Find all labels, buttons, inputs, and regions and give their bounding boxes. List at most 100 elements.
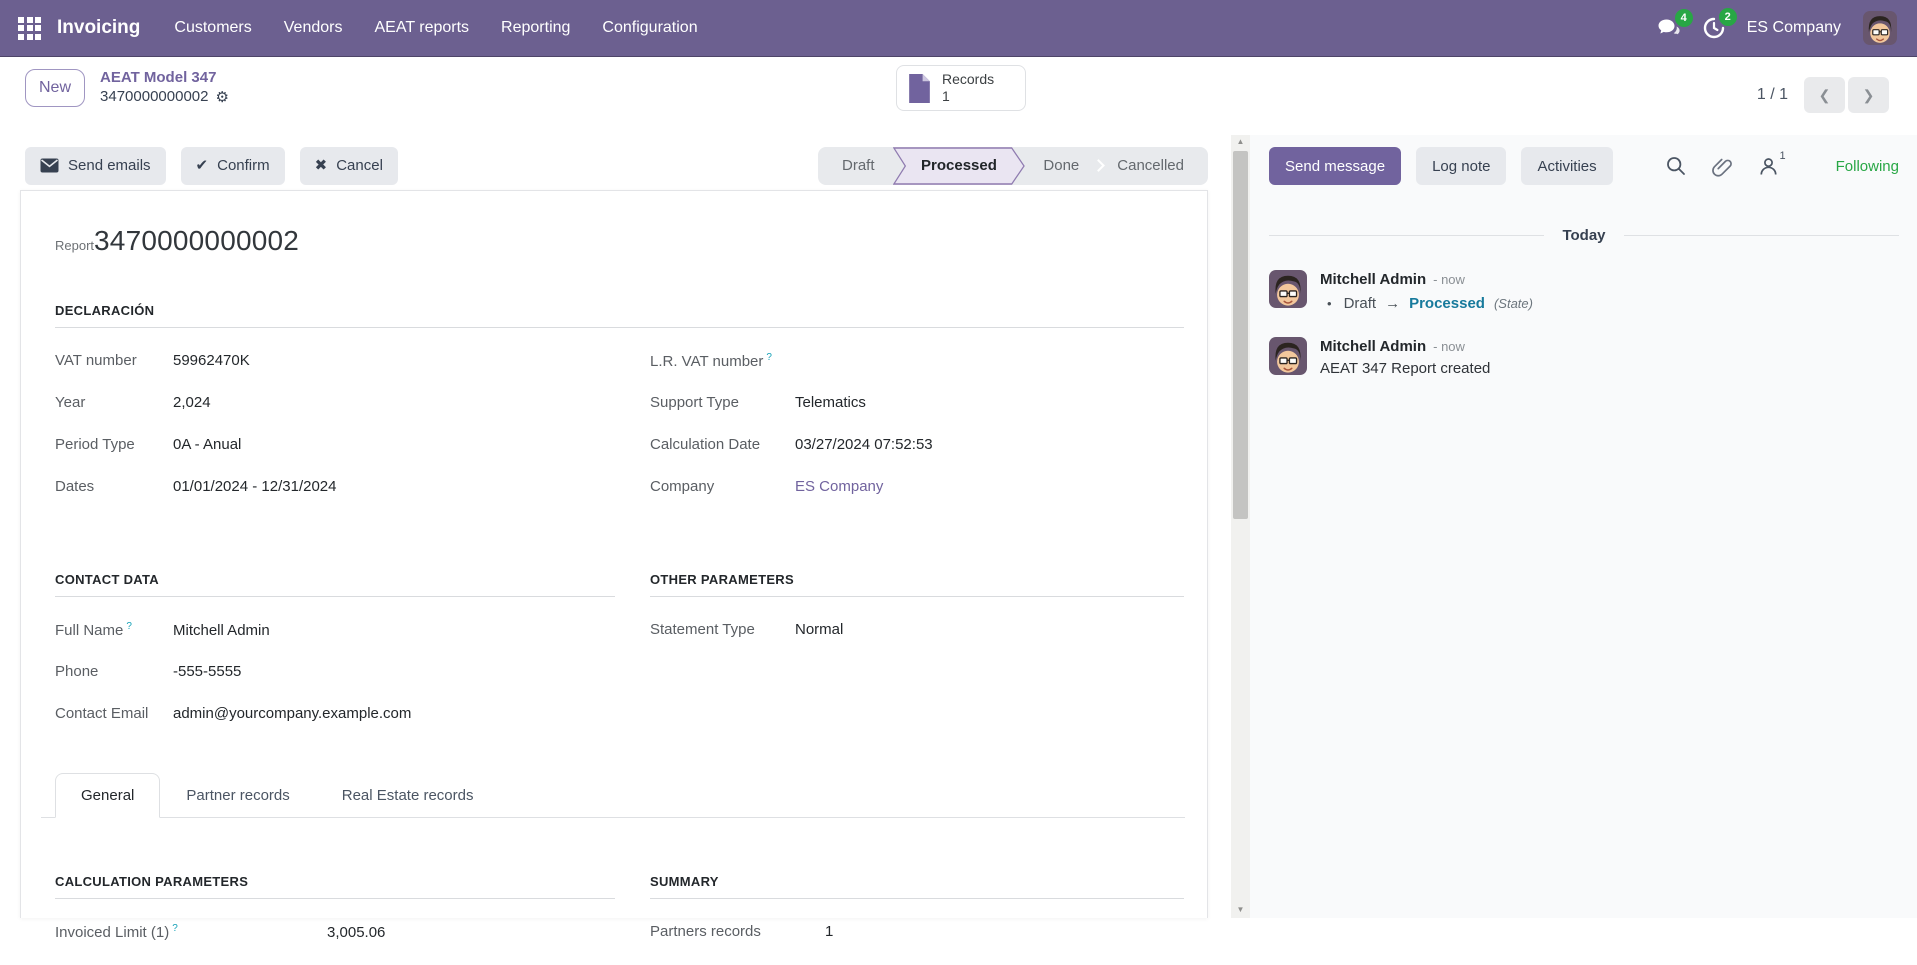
field-dates: Dates 01/01/2024 - 12/31/2024 — [55, 478, 615, 503]
notebook-tabs: General Partner records Real Estate reco… — [41, 773, 1185, 818]
field-year: Year 2,024 — [55, 394, 615, 419]
company-link[interactable]: ES Company — [795, 478, 883, 495]
confirm-button[interactable]: ✔ Confirm — [181, 147, 285, 185]
status-step-done[interactable]: Done — [1025, 147, 1097, 185]
scrollbar-down-arrow[interactable]: ▼ — [1231, 906, 1250, 914]
arrow-right-icon: → — [1385, 296, 1400, 311]
activities-button[interactable]: Activities — [1521, 147, 1612, 185]
field-statement-type: Statement Type Normal — [650, 621, 1184, 646]
field-calculation-date: Calculation Date 03/27/2024 07:52:53 — [650, 436, 1184, 461]
tracking-new-value: Processed — [1409, 295, 1485, 312]
field-phone: Phone -555-5555 — [55, 663, 615, 688]
message-note: Mitchell Admin - now AEAT 347 Report cre… — [1269, 337, 1899, 377]
user-avatar[interactable] — [1863, 11, 1897, 45]
followers-icon[interactable]: 1 — [1759, 157, 1778, 176]
nav-item-vendors[interactable]: Vendors — [284, 19, 343, 37]
scrollbar-up-arrow[interactable]: ▲ — [1231, 138, 1250, 146]
message-avatar[interactable] — [1269, 270, 1307, 308]
messages-menu[interactable]: 4 — [1657, 18, 1681, 38]
chatter-panel: Send message Log note Activities — [1250, 135, 1917, 918]
breadcrumb-bar: New AEAT Model 347 3470000000002 ⚙ Recor… — [0, 57, 1917, 135]
send-emails-button[interactable]: Send emails — [25, 147, 166, 185]
pager: 1 / 1 ❮ ❯ — [1757, 77, 1889, 113]
following-toggle[interactable]: Following — [1836, 158, 1899, 175]
search-messages-icon[interactable] — [1666, 156, 1686, 176]
send-message-button[interactable]: Send message — [1269, 147, 1401, 185]
pager-counter: 1 / 1 — [1757, 86, 1788, 104]
field-company: Company ES Company — [650, 478, 1184, 503]
message-time: - now — [1433, 339, 1465, 354]
tab-real-estate-records[interactable]: Real Estate records — [316, 773, 500, 818]
pager-next-button[interactable]: ❯ — [1848, 77, 1889, 113]
nav-item-customers[interactable]: Customers — [174, 19, 251, 37]
section-title-contact-data: CONTACT DATA — [55, 572, 615, 597]
message-author[interactable]: Mitchell Admin — [1320, 338, 1426, 355]
nav-item-aeat-reports[interactable]: AEAT reports — [374, 19, 469, 37]
date-divider: Today — [1269, 227, 1899, 244]
section-title-declaracion: DECLARACIÓN — [55, 303, 1184, 328]
report-field-label: Report — [55, 238, 94, 253]
message-avatar[interactable] — [1269, 337, 1307, 375]
breadcrumb-parent-link[interactable]: AEAT Model 347 — [100, 69, 229, 88]
top-navbar: Invoicing Customers Vendors AEAT reports… — [0, 0, 1917, 57]
field-period-type: Period Type 0A - Anual — [55, 436, 615, 461]
nav-item-reporting[interactable]: Reporting — [501, 19, 570, 37]
field-support-type: Support Type Telematics — [650, 394, 1184, 419]
tab-partner-records[interactable]: Partner records — [160, 773, 315, 818]
form-scrollbar[interactable]: ▲ ▼ — [1231, 135, 1250, 918]
app-name[interactable]: Invoicing — [57, 17, 140, 39]
records-count: 1 — [942, 88, 994, 105]
field-partners-records: Partners records 1 — [650, 923, 1184, 948]
status-step-processed[interactable]: Processed — [893, 147, 1025, 185]
tracking-change: • Draft → Processed (State) — [1320, 295, 1533, 312]
status-step-draft[interactable]: Draft — [824, 147, 893, 185]
nav-menu: Customers Vendors AEAT reports Reporting… — [174, 19, 697, 37]
log-note-button[interactable]: Log note — [1416, 147, 1506, 185]
form-region: Send emails ✔ Confirm ✖ Cancel Draft Pro… — [0, 135, 1231, 918]
tracking-old-value: Draft — [1344, 295, 1377, 312]
message-tracking: Mitchell Admin - now • Draft → Processed… — [1269, 270, 1899, 312]
breadcrumb-current: 3470000000002 — [100, 88, 208, 107]
nav-item-configuration[interactable]: Configuration — [602, 19, 697, 37]
section-title-calculation-parameters: CALCULATION PARAMETERS — [55, 874, 615, 899]
field-lr-vat-number: L.R. VAT number? — [650, 352, 1184, 377]
attachments-icon[interactable] — [1712, 156, 1733, 177]
field-invoiced-limit: Invoiced Limit (1)? 3,005.06 — [55, 923, 615, 948]
scrollbar-thumb[interactable] — [1233, 151, 1248, 519]
envelope-icon — [40, 158, 59, 173]
new-button[interactable]: New — [25, 69, 85, 107]
gear-icon[interactable]: ⚙ — [215, 90, 228, 105]
breadcrumb: AEAT Model 347 3470000000002 ⚙ — [100, 69, 229, 107]
company-switcher[interactable]: ES Company — [1747, 19, 1841, 37]
message-body: AEAT 347 Report created — [1320, 360, 1490, 377]
messages-badge: 4 — [1675, 9, 1693, 27]
field-contact-email: Contact Email admin@yourcompany.example.… — [55, 705, 615, 730]
section-title-summary: SUMMARY — [650, 874, 1184, 899]
message-time: - now — [1433, 272, 1465, 287]
date-divider-label: Today — [1562, 227, 1605, 244]
followers-count: 1 — [1780, 150, 1786, 162]
check-icon: ✔ — [196, 158, 209, 173]
field-full-name: Full Name? Mitchell Admin — [55, 621, 615, 646]
report-name[interactable]: 3470000000002 — [94, 225, 299, 257]
chevron-left-icon: ❮ — [1819, 88, 1831, 102]
activities-badge: 2 — [1719, 8, 1737, 26]
records-stat-button[interactable]: Records 1 — [896, 65, 1026, 111]
cancel-button[interactable]: ✖ Cancel — [300, 147, 398, 185]
help-icon[interactable]: ? — [126, 621, 132, 632]
help-icon[interactable]: ? — [172, 923, 178, 934]
activities-menu[interactable]: 2 — [1703, 17, 1725, 39]
message-author[interactable]: Mitchell Admin — [1320, 271, 1426, 288]
chevron-right-icon: ❯ — [1863, 88, 1875, 102]
x-icon: ✖ — [315, 158, 328, 173]
statusbar: Draft Processed Done Cancelled — [818, 147, 1208, 185]
document-icon — [907, 73, 932, 104]
tracking-field-name: (State) — [1494, 296, 1533, 311]
help-icon[interactable]: ? — [766, 352, 772, 363]
pager-previous-button[interactable]: ❮ — [1804, 77, 1845, 113]
status-step-cancelled[interactable]: Cancelled — [1099, 147, 1202, 185]
apps-menu-icon[interactable] — [18, 17, 41, 40]
form-sheet: Report 3470000000002 DECLARACIÓN VAT num… — [20, 190, 1208, 918]
records-label: Records — [942, 71, 994, 88]
tab-general[interactable]: General — [55, 773, 160, 818]
